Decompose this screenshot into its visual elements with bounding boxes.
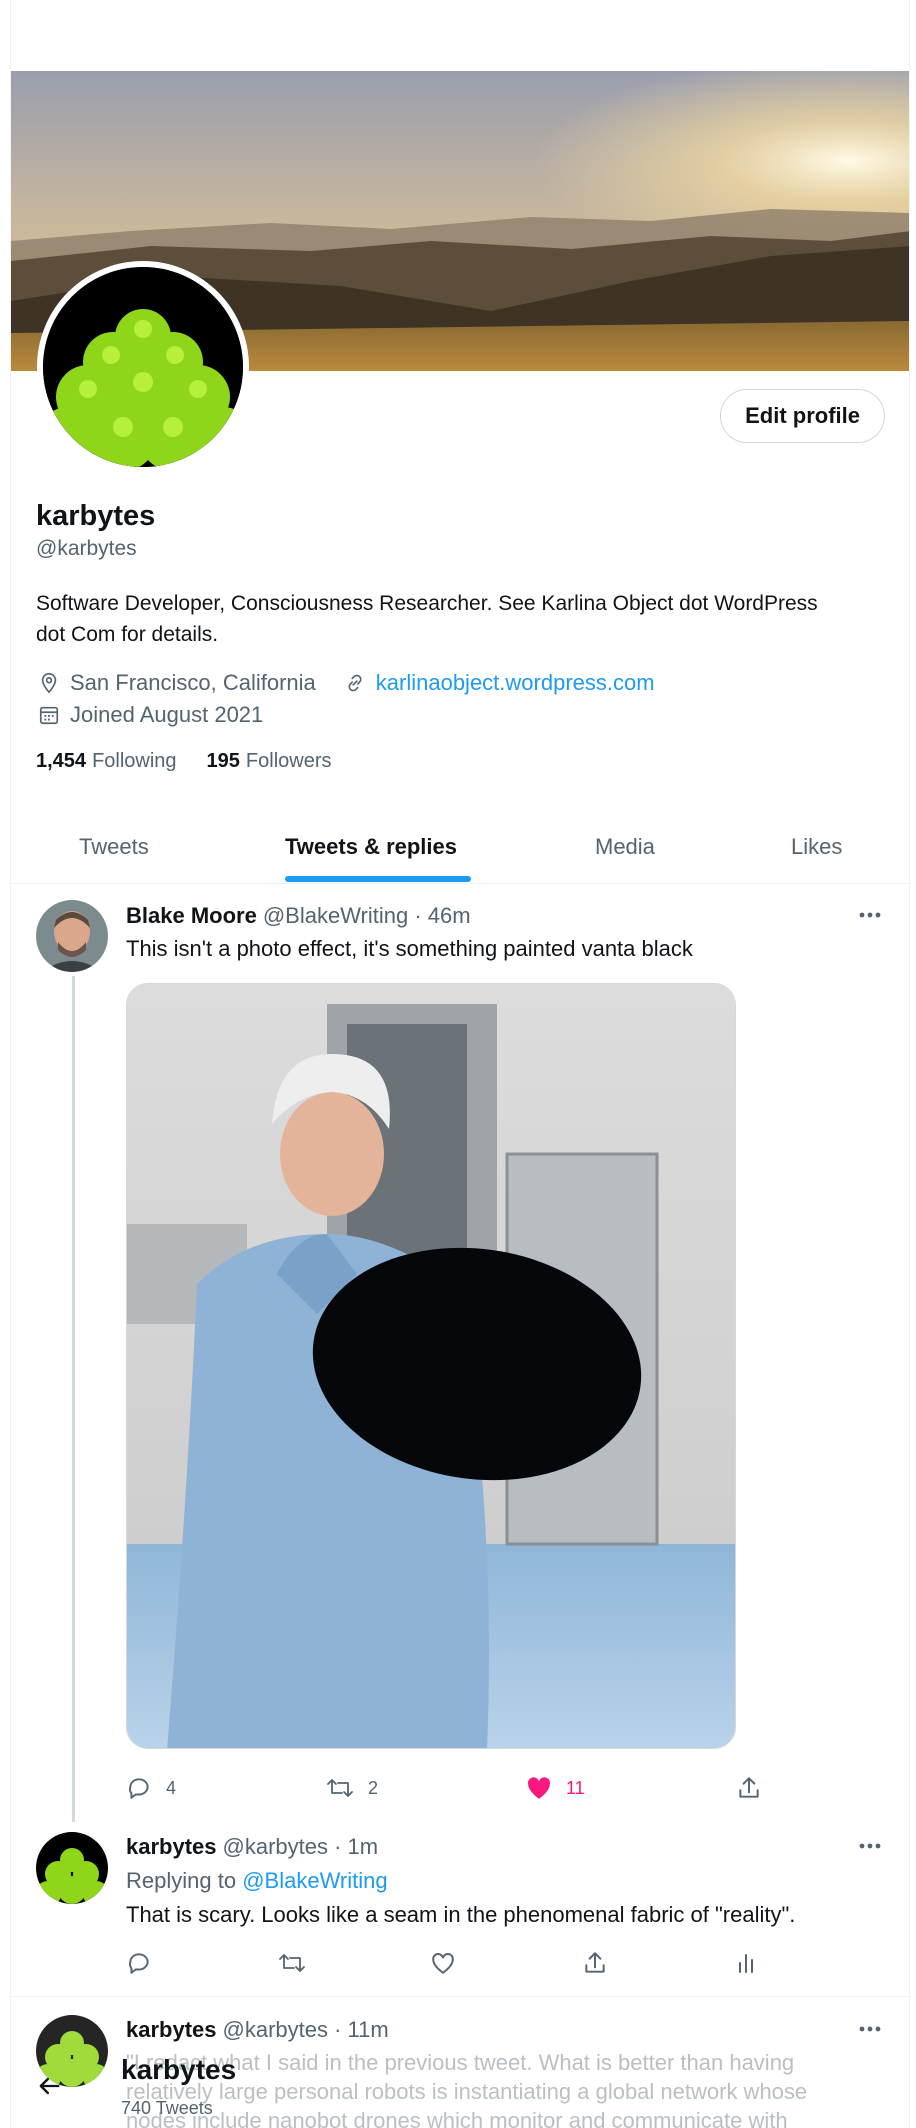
following-link[interactable]: 1,454 Following — [36, 750, 177, 773]
replying-to-link[interactable]: @BlakeWriting — [242, 1868, 387, 1893]
profile-column: Edit profile karbytes @karbytes Software… — [10, 0, 910, 2128]
tweet-text: That is scary. Looks like a seam in the … — [126, 1902, 796, 1927]
sticky-profile-name: karbytes — [121, 2054, 237, 2085]
back-arrow-icon[interactable] — [35, 2072, 63, 2105]
thread-connector — [72, 976, 75, 1822]
like-button[interactable] — [430, 1943, 456, 1983]
replying-to-prefix: Replying to — [126, 1868, 237, 1893]
follow-stats: 1,454 Following 195 Followers — [36, 750, 332, 773]
tweet-media-image[interactable] — [126, 983, 736, 1749]
like-count: 11 — [566, 1777, 585, 1798]
tweet-author-name[interactable]: Blake Moore — [126, 903, 257, 928]
tweet-actions — [126, 1943, 766, 1983]
blake-avatar-image — [36, 900, 108, 972]
retweet-icon — [327, 1779, 353, 1797]
tweet-handle-time[interactable]: @BlakeWriting · 46m — [263, 903, 471, 928]
tweet-text: This isn't a photo effect, it's somethin… — [126, 936, 693, 961]
reply-button[interactable] — [126, 1943, 152, 1983]
link-icon — [342, 670, 368, 696]
reply-button[interactable]: 4 — [126, 1768, 176, 1808]
analytics-button[interactable] — [734, 1943, 758, 1983]
replying-to: Replying to @BlakeWriting — [126, 1868, 388, 1894]
following-count: 1,454 — [36, 750, 87, 772]
profile-location: San Francisco, California — [70, 670, 316, 695]
tweet-more-icon[interactable] — [855, 2014, 885, 2044]
profile-website-link[interactable]: karlinaobject.wordpress.com — [376, 670, 655, 696]
profile-bio: Software Developer, Consciousness Resear… — [36, 592, 818, 646]
profile-meta-row: San Francisco, California karlinaobject.… — [36, 670, 655, 696]
followers-label: Followers — [245, 750, 332, 772]
profile-avatar[interactable] — [37, 261, 249, 473]
tab-tweets-and-replies[interactable]: Tweets & replies — [285, 810, 457, 884]
lab-photo-image — [127, 984, 735, 1748]
followers-link[interactable]: 195 Followers — [207, 750, 332, 773]
sticky-profile-header: karbytes 740 Tweets — [11, 2050, 909, 2128]
tweet-more-icon[interactable] — [855, 900, 885, 930]
tweet-author-avatar[interactable] — [36, 1832, 108, 1904]
reply-count: 4 — [166, 1777, 177, 1798]
tweet-header: karbytes @karbytes · 11m — [126, 2017, 389, 2043]
retweet-icon — [279, 1954, 305, 1972]
retweet-button[interactable] — [278, 1943, 306, 1983]
tweet-handle-time[interactable]: @karbytes · 1m — [223, 1834, 379, 1859]
active-tab-indicator — [285, 876, 471, 882]
heart-filled-icon — [528, 1777, 551, 1799]
analytics-icon — [739, 1954, 753, 1973]
calendar-icon — [36, 702, 62, 728]
profile-tabs: Tweets Tweets & replies Media Likes — [11, 810, 909, 884]
tweet-author-avatar[interactable] — [36, 900, 108, 972]
profile-joined-row: Joined August 2021 — [36, 702, 263, 728]
tab-media[interactable]: Media — [595, 810, 655, 884]
tweet-header: Blake Moore @BlakeWriting · 46m — [126, 903, 471, 929]
reply-icon — [129, 1778, 149, 1799]
tab-tweets[interactable]: Tweets — [79, 810, 149, 884]
share-icon — [739, 1777, 759, 1798]
karbytes-avatar-image — [36, 1832, 108, 1904]
retweet-button[interactable]: 2 — [326, 1768, 378, 1808]
sticky-tweet-count: 740 Tweets — [121, 2098, 213, 2118]
tweet-handle-time[interactable]: @karbytes · 11m — [223, 2017, 389, 2042]
profile-handle: @karbytes — [36, 537, 137, 560]
tweet-author-name[interactable]: karbytes — [126, 1834, 217, 1859]
share-button[interactable] — [736, 1768, 762, 1808]
tweet-divider — [11, 1996, 909, 1997]
retweet-count: 2 — [368, 1777, 379, 1798]
tweet-header: karbytes @karbytes · 1m — [126, 1834, 378, 1860]
profile-name: karbytes — [36, 500, 156, 532]
location-icon — [36, 670, 62, 696]
reply-icon — [129, 1953, 149, 1974]
tab-likes[interactable]: Likes — [791, 810, 842, 884]
tweet-actions: 4 2 11 — [126, 1768, 766, 1808]
profile-joined: Joined August 2021 — [70, 702, 264, 727]
edit-profile-button[interactable]: Edit profile — [720, 389, 885, 443]
share-button[interactable] — [582, 1943, 608, 1983]
following-label: Following — [92, 750, 177, 772]
romanesco-avatar-image — [43, 267, 243, 467]
like-button[interactable]: 11 — [526, 1768, 585, 1808]
tweet-author-name[interactable]: karbytes — [126, 2017, 217, 2042]
share-icon — [585, 1952, 605, 1973]
tweet-more-icon[interactable] — [855, 1831, 885, 1861]
heart-icon — [432, 1953, 454, 1974]
followers-count: 195 — [206, 750, 240, 772]
